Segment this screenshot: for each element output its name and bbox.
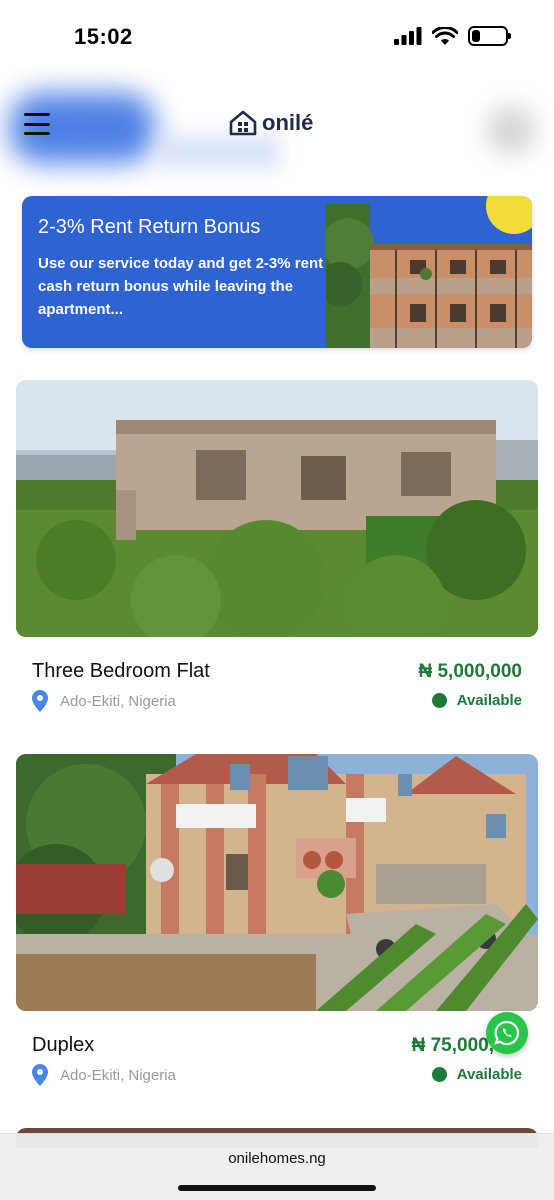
status-dot	[431, 693, 447, 708]
location-pin-icon	[32, 1064, 48, 1086]
signal-icon	[394, 27, 422, 45]
house-icon	[229, 110, 257, 136]
browser-address-bar[interactable]: onilehomes.ng	[0, 1133, 554, 1200]
status-bar: 15:02	[0, 0, 554, 75]
listing-location: Ado-Ekiti, Nigeria	[32, 1064, 176, 1086]
logo-text: onilé	[262, 110, 314, 135]
location-text: Ado-Ekiti, Nigeria	[60, 692, 176, 710]
property-photo	[16, 754, 538, 1011]
blurred-region	[160, 135, 280, 169]
listing-image[interactable]	[16, 754, 538, 1011]
promo-banner[interactable]: 2-3% Rent Return Bonus Use our service t…	[22, 196, 532, 348]
location-text: Ado-Ekiti, Nigeria	[60, 1066, 176, 1084]
location-pin-icon	[32, 690, 48, 712]
wifi-icon	[432, 26, 458, 45]
availability-status: Available	[431, 692, 522, 709]
browser-url[interactable]: onilehomes.ng	[0, 1150, 554, 1167]
battery-icon	[468, 26, 511, 46]
logo[interactable]: onilé	[228, 109, 313, 137]
listing-card[interactable]: Three Bedroom Flat ₦ 5,000,000 Ado-Ekiti…	[16, 380, 538, 720]
whatsapp-icon	[494, 1020, 519, 1046]
promo-body: Use our service today and get 2-3% rent …	[38, 255, 324, 318]
listing-price: ₦ 5,000,000	[418, 661, 522, 682]
status-dot	[431, 1067, 447, 1082]
blurred-avatar	[486, 105, 536, 155]
status-time: 15:02	[74, 24, 133, 49]
whatsapp-chat-button[interactable]	[486, 1012, 528, 1054]
listing-location: Ado-Ekiti, Nigeria	[32, 690, 176, 712]
property-photo	[16, 380, 538, 637]
status-icons	[394, 26, 511, 46]
listing-title[interactable]: Three Bedroom Flat	[32, 660, 210, 683]
availability-status: Available	[431, 1066, 522, 1083]
status-text: Available	[456, 1066, 522, 1083]
listing-card[interactable]: Duplex ₦ 75,000, Ado-Ekiti, Nigeria Avai…	[16, 754, 538, 1094]
hamburger-menu-icon[interactable]	[24, 113, 50, 135]
promo-title: 2-3% Rent Return Bonus	[38, 216, 261, 238]
listing-price: ₦ 75,000,	[411, 1035, 494, 1056]
listing-title[interactable]: Duplex	[32, 1034, 94, 1057]
app-header: onilé	[0, 75, 554, 169]
listing-image[interactable]	[16, 380, 538, 637]
home-indicator[interactable]	[178, 1185, 376, 1191]
battery-level	[472, 30, 480, 42]
status-text: Available	[456, 692, 522, 709]
